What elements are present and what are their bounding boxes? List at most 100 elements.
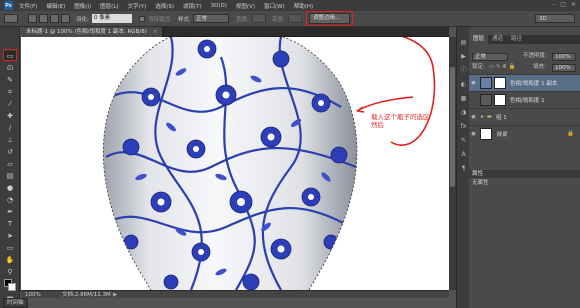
scrollbar-thumb[interactable]: [450, 67, 455, 187]
style-label: 样式:: [178, 17, 191, 23]
subtract-selection-icon[interactable]: [50, 14, 59, 23]
stamp-tool-icon[interactable]: ⊥: [4, 135, 16, 145]
width-label: 宽度:: [236, 17, 249, 23]
healing-tool-icon[interactable]: ✚: [4, 111, 16, 121]
visibility-eye-icon[interactable]: ◉: [469, 80, 478, 86]
annotation-text-line2: 然后: [371, 121, 384, 129]
layer-row[interactable]: 色相/饱和度 1: [469, 91, 580, 108]
history-panel-icon[interactable]: ▤: [460, 39, 467, 46]
dodge-tool-icon[interactable]: ◔: [4, 195, 16, 205]
blur-tool-icon[interactable]: ●: [4, 183, 16, 193]
layer-mask-thumbnail[interactable]: [494, 77, 506, 89]
menu-select[interactable]: 选择(S): [155, 2, 174, 10]
intersect-selection-icon[interactable]: [61, 14, 70, 23]
gradient-tool-icon[interactable]: ▤: [4, 171, 16, 181]
color-panel-icon[interactable]: ◐: [460, 81, 467, 88]
document-tab-bar: 未标题-1 @ 100% (色相/饱和度 1 副本, RGB/8) ×: [21, 26, 449, 37]
type-tool-icon[interactable]: T: [4, 219, 16, 229]
shape-tool-icon[interactable]: ▭: [4, 243, 16, 253]
blend-mode-select[interactable]: 正常: [472, 53, 508, 61]
maximize-icon[interactable]: □: [560, 1, 566, 8]
fill-input[interactable]: 100%: [552, 64, 576, 72]
menu-type[interactable]: 文字(Y): [128, 2, 147, 10]
menu-image[interactable]: 图像(I): [74, 2, 91, 10]
visibility-eye-icon[interactable]: ◉: [469, 114, 478, 120]
lock-icons[interactable]: ▭ ✎ ✥ 🔒: [489, 63, 516, 72]
height-input[interactable]: [288, 14, 302, 23]
height-label: 高度:: [272, 17, 285, 23]
marquee-tool-highlight: [3, 49, 17, 61]
layer-row[interactable]: ◉ 背景 🔒: [469, 125, 580, 142]
width-input[interactable]: [252, 14, 266, 23]
path-select-icon[interactable]: ➤: [4, 231, 16, 241]
canvas-vertical-scrollbar[interactable]: [449, 37, 456, 290]
photoshop-logo-icon: Ps: [4, 1, 13, 10]
crop-tool-icon[interactable]: ⌗: [4, 87, 16, 97]
quick-select-tool-icon[interactable]: ✎: [4, 75, 16, 85]
tab-close-icon[interactable]: ×: [153, 29, 158, 35]
brush-panel-icon[interactable]: ✎: [460, 137, 467, 144]
close-icon[interactable]: ✕: [571, 1, 576, 8]
hand-tool-icon[interactable]: ✋: [4, 255, 16, 265]
tool-preset-picker[interactable]: [4, 14, 18, 23]
add-selection-icon[interactable]: [39, 14, 48, 23]
layer-thumbnail: [480, 77, 492, 89]
tab-channels[interactable]: 通道: [488, 35, 507, 44]
layer-row[interactable]: ◉ ▸ ▬ 组 1: [469, 108, 580, 125]
feather-input[interactable]: 0 像素: [92, 14, 132, 23]
eyedropper-tool-icon[interactable]: ⁄: [4, 99, 16, 109]
layer-row[interactable]: ◉ 色相/饱和度 1 副本: [469, 74, 580, 91]
properties-panel-subtitle: 无属性: [472, 180, 489, 186]
workspace-select[interactable]: 3D: [535, 14, 575, 23]
zoom-tool-icon[interactable]: ⚲: [4, 267, 16, 277]
expand-arrow-icon[interactable]: ▸: [481, 114, 484, 120]
pen-tool-icon[interactable]: ✒: [4, 207, 16, 217]
status-menu-arrow-icon[interactable]: ▶: [113, 291, 117, 299]
layer-name: 背景: [496, 132, 508, 138]
menu-layer[interactable]: 图层(L): [100, 2, 118, 10]
status-bar: 100% 文档:2.86M/11.3M ▶: [21, 290, 449, 298]
collapsed-panel-dock: ▤ ▶ ⓘ ◐ ▦ ◑ fx ✎ A ¶: [456, 27, 469, 308]
menu-view[interactable]: 视图(V): [236, 2, 255, 10]
properties-panel-title: 属性: [469, 170, 580, 178]
menu-window[interactable]: 窗口(W): [264, 2, 285, 10]
layer-thumbnail: [480, 128, 492, 140]
menu-edit[interactable]: 编辑(E): [46, 2, 65, 10]
tab-paths[interactable]: 路径: [507, 35, 526, 44]
history-brush-icon[interactable]: ↺: [4, 147, 16, 157]
menu-filter[interactable]: 滤镜(T): [183, 2, 202, 10]
menu-3d[interactable]: 3D(D): [211, 3, 227, 9]
menu-bar: Ps 文件(F) 编辑(E) 图像(I) 图层(L) 文字(Y) 选择(S) 滤…: [0, 0, 580, 11]
info-panel-icon[interactable]: ⓘ: [460, 67, 467, 74]
opacity-input[interactable]: 100%: [552, 53, 576, 61]
swatches-panel-icon[interactable]: ▦: [460, 95, 467, 102]
vase-image: [102, 37, 436, 290]
document-tab-title: 未标题-1 @ 100% (色相/饱和度 1 副本, RGB/8): [26, 28, 147, 35]
eraser-tool-icon[interactable]: ▱: [4, 159, 16, 169]
document-canvas[interactable]: 载入这个瓶子的选区 然后: [21, 37, 449, 290]
paragraph-panel-icon[interactable]: ¶: [460, 165, 467, 172]
layer-mask-thumbnail[interactable]: [494, 94, 506, 106]
timeline-tab[interactable]: 时间轴: [3, 298, 28, 308]
tab-layers[interactable]: 图层: [469, 35, 489, 44]
antialias-checkbox[interactable]: [139, 16, 145, 22]
adjustments-panel-icon[interactable]: ◑: [460, 109, 467, 116]
styles-panel-icon[interactable]: fx: [460, 123, 467, 130]
actions-panel-icon[interactable]: ▶: [460, 53, 467, 60]
opacity-label: 不透明度:: [523, 53, 547, 59]
adjustment-thumbnail-icon: [480, 94, 492, 106]
document-tab[interactable]: 未标题-1 @ 100% (色相/饱和度 1 副本, RGB/8) ×: [21, 26, 164, 37]
background-color-swatch[interactable]: [8, 283, 16, 291]
options-bar: 羽化: 0 像素 消除锯齿 样式: 正常 宽度: 高度: 调整边缘... 3D: [0, 11, 580, 27]
menu-file[interactable]: 文件(F): [19, 2, 37, 10]
style-select[interactable]: 正常: [193, 14, 229, 23]
brush-tool-icon[interactable]: ∕: [4, 123, 16, 133]
character-panel-icon[interactable]: A: [460, 151, 467, 158]
visibility-eye-icon[interactable]: ◉: [469, 131, 478, 137]
document-size: 文档:2.86M/11.3M: [62, 292, 111, 298]
minimize-icon[interactable]: –: [552, 1, 555, 8]
layer-name: 色相/饱和度 1 副本: [510, 81, 558, 87]
lasso-tool-icon[interactable]: ᘏ: [4, 63, 16, 73]
menu-help[interactable]: 帮助(H): [294, 2, 313, 10]
new-selection-icon[interactable]: [28, 14, 37, 23]
